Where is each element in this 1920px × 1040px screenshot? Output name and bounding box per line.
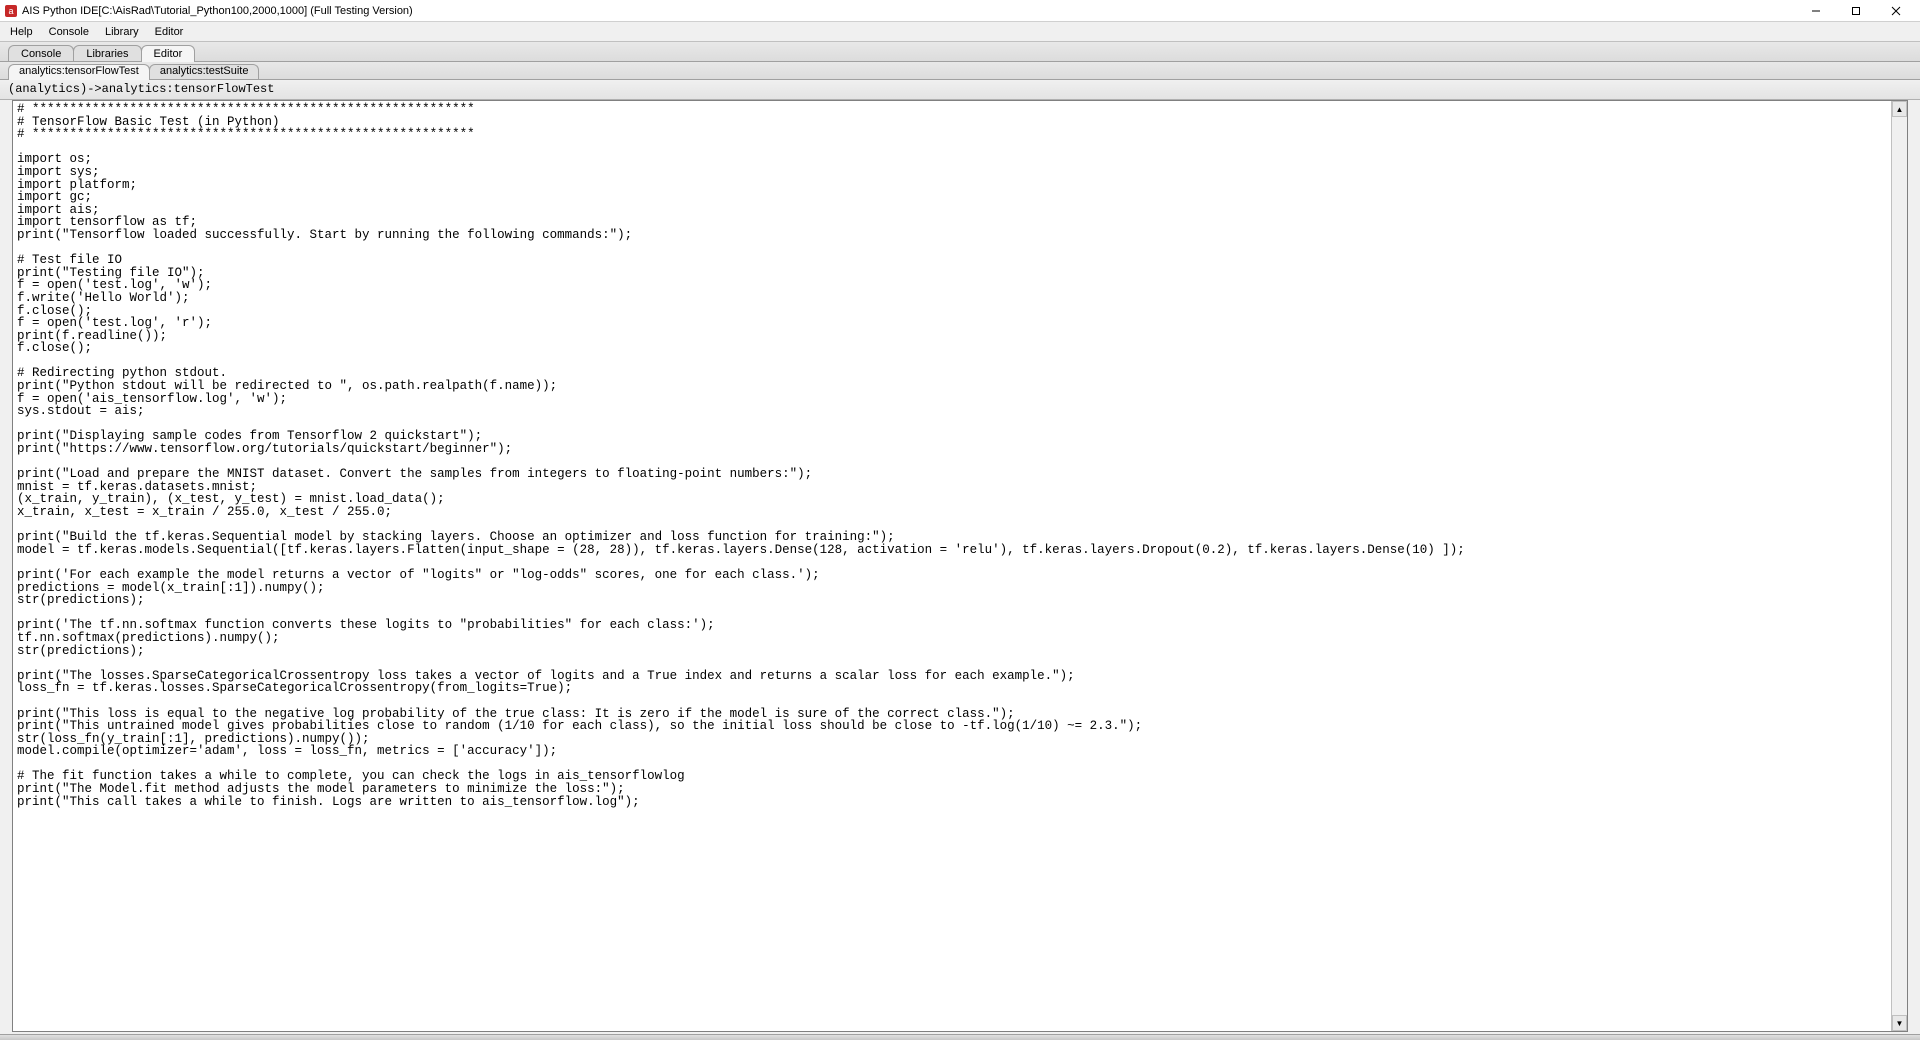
code-editor[interactable]: # **************************************… — [13, 101, 1891, 1031]
tab-libraries[interactable]: Libraries — [73, 45, 141, 61]
tab-console[interactable]: Console — [8, 45, 74, 61]
menubar: Help Console Library Editor — [0, 22, 1920, 42]
editor-container: # **************************************… — [12, 100, 1908, 1032]
file-tab-testsuite[interactable]: analytics:testSuite — [149, 64, 260, 79]
menu-library[interactable]: Library — [97, 24, 147, 40]
vertical-scrollbar[interactable]: ▲ ▼ — [1891, 101, 1907, 1031]
menu-console[interactable]: Console — [41, 24, 97, 40]
window-controls — [1796, 0, 1916, 22]
status-bar — [0, 1034, 1920, 1040]
file-tabs: analytics:tensorFlowTest analytics:testS… — [0, 62, 1920, 80]
window-title: AIS Python IDE[C:\AisRad\Tutorial_Python… — [22, 5, 1796, 17]
menu-help[interactable]: Help — [2, 24, 41, 40]
scroll-up-icon[interactable]: ▲ — [1892, 101, 1907, 117]
breadcrumb: (analytics)->analytics:tensorFlowTest — [0, 80, 1920, 100]
main-tabs: Console Libraries Editor — [0, 42, 1920, 62]
app-icon: a — [4, 4, 18, 18]
minimize-button[interactable] — [1796, 0, 1836, 22]
maximize-button[interactable] — [1836, 0, 1876, 22]
close-button[interactable] — [1876, 0, 1916, 22]
menu-editor[interactable]: Editor — [147, 24, 192, 40]
tab-editor[interactable]: Editor — [141, 45, 196, 62]
file-tab-tensorflowtest[interactable]: analytics:tensorFlowTest — [8, 64, 150, 80]
svg-text:a: a — [8, 6, 13, 16]
window-titlebar: a AIS Python IDE[C:\AisRad\Tutorial_Pyth… — [0, 0, 1920, 22]
scroll-down-icon[interactable]: ▼ — [1892, 1015, 1907, 1031]
